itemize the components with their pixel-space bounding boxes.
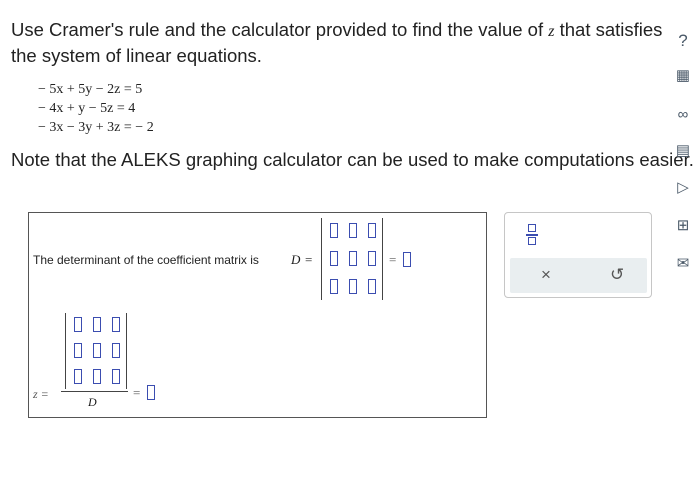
- clear-button[interactable]: ×: [541, 266, 551, 284]
- matrix-cell-r3c1[interactable]: [330, 279, 338, 294]
- prompt-text-before: Use Cramer's rule and the calculator pro…: [11, 19, 549, 40]
- coefficient-matrix: [321, 218, 383, 300]
- help-icon[interactable]: ?: [672, 30, 694, 52]
- determinant-equals: =: [305, 252, 313, 267]
- matrix-cell-r1c1[interactable]: [330, 223, 338, 238]
- z-equals-label: z =: [33, 387, 49, 401]
- matrix-cell-r2c2[interactable]: [349, 251, 357, 266]
- tool-action-bar: × ↺: [510, 258, 647, 293]
- matrix-cell-r2c3[interactable]: [368, 251, 376, 266]
- matrix-cell-r1c3[interactable]: [368, 223, 376, 238]
- matrix-cell-r3c3[interactable]: [368, 279, 376, 294]
- math-tool-panel: × ↺: [504, 212, 652, 298]
- answer-area: The determinant of the coefficient matri…: [28, 212, 487, 418]
- textbook-icon[interactable]: ⊞: [672, 215, 694, 237]
- numerator-cell-r1c3[interactable]: [112, 317, 120, 332]
- numerator-cell-r3c3[interactable]: [112, 369, 120, 384]
- calculator-icon[interactable]: ▦: [672, 65, 694, 87]
- notes-icon[interactable]: ▤: [672, 140, 694, 162]
- determinant-variable: D: [291, 252, 301, 267]
- numerator-cell-r3c1[interactable]: [74, 369, 82, 384]
- determinant-result-equals: =: [389, 252, 397, 267]
- infinity-icon[interactable]: ∞: [672, 104, 694, 126]
- numerator-cell-r1c2[interactable]: [93, 317, 101, 332]
- determinant-result-input[interactable]: [403, 252, 411, 267]
- equation-2: − 4x + y − 5z = 4: [38, 101, 136, 116]
- numerator-cell-r2c3[interactable]: [112, 343, 120, 358]
- fraction-template-icon[interactable]: [525, 223, 539, 249]
- mail-icon[interactable]: ✉: [672, 253, 694, 275]
- z-result-equals: =: [133, 385, 141, 400]
- matrix-cell-r2c1[interactable]: [330, 251, 338, 266]
- matrix-cell-r3c2[interactable]: [349, 279, 357, 294]
- numerator-matrix: [65, 313, 127, 389]
- numerator-cell-r3c2[interactable]: [93, 369, 101, 384]
- undo-button[interactable]: ↺: [610, 266, 624, 284]
- numerator-cell-r2c1[interactable]: [74, 343, 82, 358]
- calculator-note: Note that the ALEKS graphing calculator …: [11, 149, 694, 170]
- equation-1: − 5x + 5y − 2z = 5: [38, 82, 143, 97]
- numerator-cell-r2c2[interactable]: [93, 343, 101, 358]
- denominator-label: D: [88, 395, 97, 409]
- question-prompt: Use Cramer's rule and the calculator pro…: [11, 18, 671, 68]
- equation-3: − 3x − 3y + 3z = − 2: [38, 120, 154, 135]
- matrix-cell-r1c2[interactable]: [349, 223, 357, 238]
- equation-system: − 5x + 5y − 2z = 5 − 4x + y − 5z = 4 − 3…: [38, 80, 154, 137]
- determinant-label: The determinant of the coefficient matri…: [33, 253, 259, 267]
- fraction-bar: [61, 391, 128, 392]
- z-result-input[interactable]: [147, 385, 155, 400]
- video-icon[interactable]: ▷: [672, 177, 694, 199]
- numerator-cell-r1c1[interactable]: [74, 317, 82, 332]
